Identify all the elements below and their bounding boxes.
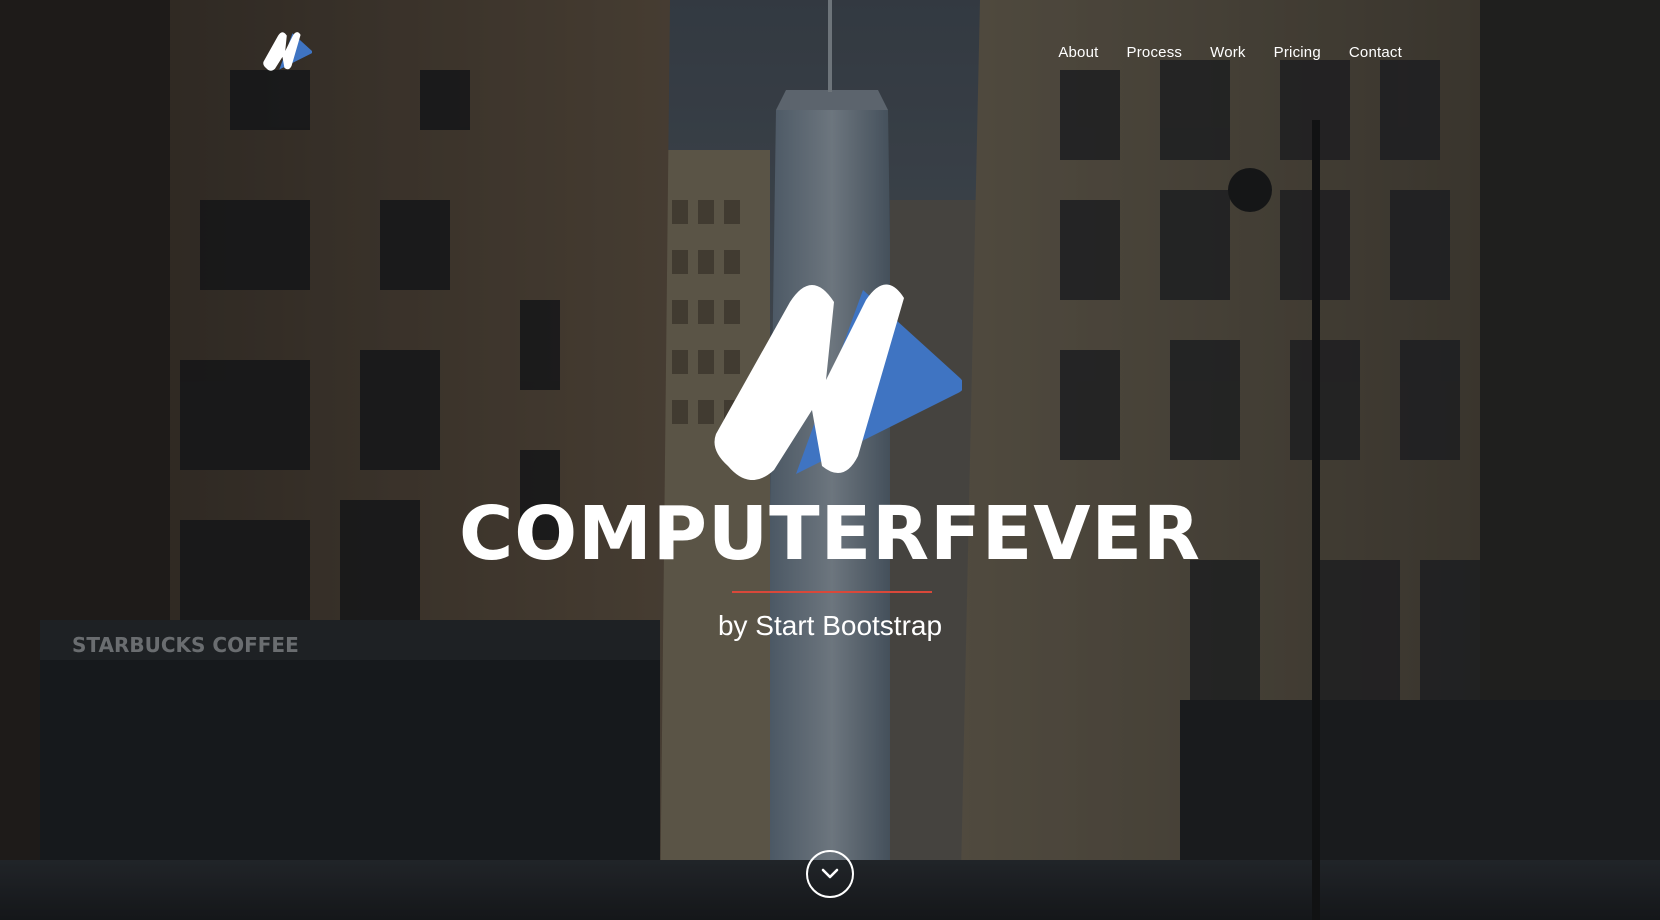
title-divider (732, 591, 932, 593)
nav-link-contact[interactable]: Contact (1349, 44, 1402, 61)
scroll-down-button[interactable] (806, 850, 854, 898)
nav-link-about[interactable]: About (1058, 44, 1098, 61)
nav-link-process[interactable]: Process (1127, 44, 1183, 61)
hero-section: STARBUCKS COFFEE About Process Work Pric… (0, 0, 1660, 920)
computerfever-m-logo-icon (714, 284, 962, 480)
hero-title: COMPUTERFEVER (458, 491, 1202, 577)
nav-link-work[interactable]: Work (1210, 44, 1246, 61)
hero-subtitle: by Start Bootstrap (717, 610, 943, 641)
computerfever-m-logo-icon[interactable] (260, 28, 312, 72)
chevron-down-circle-icon (821, 868, 839, 879)
nav-link-pricing[interactable]: Pricing (1274, 44, 1321, 61)
main-nav: About Process Work Pricing Contact (1058, 44, 1402, 61)
